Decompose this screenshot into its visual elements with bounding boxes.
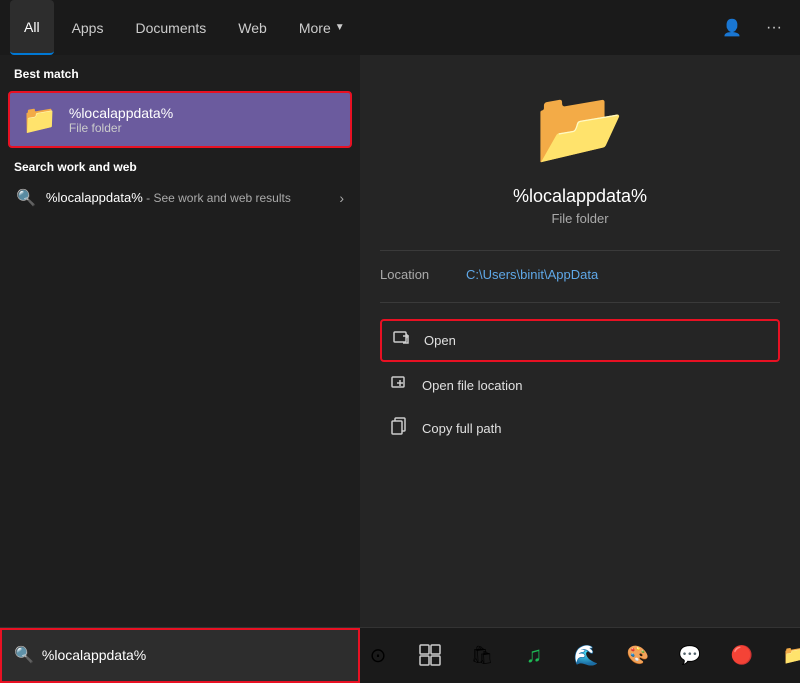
edge-icon[interactable]: 🌊 xyxy=(568,637,604,673)
tab-documents[interactable]: Documents xyxy=(121,0,220,55)
open-file-location-label: Open file location xyxy=(422,378,522,393)
search-query: %localappdata% xyxy=(46,190,143,205)
folder-small-icon: 📁 xyxy=(22,103,57,136)
search-icon: 🔍 xyxy=(16,188,36,208)
detail-meta: Location C:\Users\binit\AppData xyxy=(380,267,780,282)
divider xyxy=(380,250,780,251)
chrome-icon[interactable]: 🔴 xyxy=(724,637,760,673)
best-match-subtitle: File folder xyxy=(69,121,173,135)
taskbar: 🔍 ⊙ 🛍 ♫ 🌊 🎨 💬 🔴 📁 xyxy=(0,627,800,682)
copy-icon xyxy=(390,417,410,440)
file-location-icon xyxy=(390,374,410,397)
task-view-icon[interactable] xyxy=(412,637,448,673)
tab-all[interactable]: All xyxy=(10,0,54,55)
explorer-icon[interactable]: 📁 xyxy=(776,637,800,673)
teams-icon[interactable]: 💬 xyxy=(672,637,708,673)
tab-web[interactable]: Web xyxy=(224,0,281,55)
folder-large-icon: 📂 xyxy=(535,85,625,170)
detail-type: File folder xyxy=(551,211,608,226)
search-web-item[interactable]: 🔍 %localappdata% - See work and web resu… xyxy=(14,180,346,216)
best-match-item[interactable]: 📁 %localappdata% File folder xyxy=(8,91,352,148)
search-input[interactable] xyxy=(42,647,346,663)
meta-label: Location xyxy=(380,267,450,282)
more-options-icon[interactable]: ··· xyxy=(758,15,790,41)
action-open[interactable]: Open xyxy=(380,319,780,362)
chevron-down-icon: ▼ xyxy=(335,22,345,33)
copy-path-label: Copy full path xyxy=(422,421,502,436)
open-label: Open xyxy=(424,333,456,348)
search-bar-icon: 🔍 xyxy=(14,645,34,665)
main-area: Best match 📁 %localappdata% File folder … xyxy=(0,55,800,627)
search-web-section: Search work and web 🔍 %localappdata% - S… xyxy=(0,152,360,220)
tab-apps[interactable]: Apps xyxy=(58,0,118,55)
action-open-file-location[interactable]: Open file location xyxy=(380,366,780,405)
best-match-title: %localappdata% xyxy=(69,105,173,121)
left-panel: Best match 📁 %localappdata% File folder … xyxy=(0,55,360,627)
action-copy-path[interactable]: Copy full path xyxy=(380,409,780,448)
action-list: Open Open file location xyxy=(380,319,780,448)
search-web-text: %localappdata% - See work and web result… xyxy=(46,189,329,207)
photos-icon[interactable]: 🎨 xyxy=(620,637,656,673)
person-icon[interactable]: 👤 xyxy=(714,14,750,42)
meta-value: C:\Users\binit\AppData xyxy=(466,267,598,282)
search-rest: - See work and web results xyxy=(143,191,291,205)
detail-title: %localappdata% xyxy=(513,186,647,207)
arrow-right-icon: › xyxy=(339,190,344,206)
taskbar-icons: ⊙ 🛍 ♫ 🌊 🎨 💬 🔴 📁 xyxy=(360,637,800,673)
store-icon[interactable]: 🛍 xyxy=(464,637,500,673)
tab-more[interactable]: More ▼ xyxy=(285,0,359,55)
search-bar[interactable]: 🔍 xyxy=(0,628,360,683)
spotify-icon[interactable]: ♫ xyxy=(516,637,552,673)
top-navigation: All Apps Documents Web More ▼ 👤 ··· xyxy=(0,0,800,55)
search-web-label: Search work and web xyxy=(14,160,346,180)
open-icon xyxy=(392,329,412,352)
best-match-label: Best match xyxy=(0,55,360,87)
right-panel: 📂 %localappdata% File folder Location C:… xyxy=(360,55,800,627)
divider-2 xyxy=(380,302,780,303)
start-search-icon[interactable]: ⊙ xyxy=(360,637,396,673)
